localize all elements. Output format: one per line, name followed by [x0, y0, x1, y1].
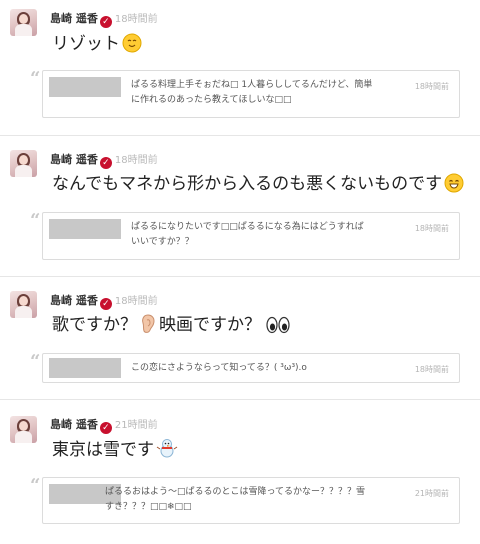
reply-time: 18時間前: [414, 82, 449, 91]
talk-post: 島崎 遥香 ✓ 18時間前 歌ですか？ 映画ですか？ “ この恋にさようならって知って…: [0, 277, 480, 399]
verified-icon: ✓: [99, 157, 112, 169]
author-name[interactable]: 島崎 遥香: [50, 153, 98, 166]
reply-user-image: [49, 358, 121, 378]
avatar[interactable]: [10, 9, 37, 36]
eyes-icon: [266, 316, 290, 340]
reply-text: ぱるるおはよう～□ぱるるのとこは雪降ってるかなー？？？？雪 すき？？？□□❄□□: [105, 485, 405, 515]
quote-icon: “: [30, 68, 41, 89]
post-message: なんでもマネから形から入るのも悪くないものです: [52, 173, 464, 199]
message-text: 東京は雪です: [52, 440, 154, 460]
reply-text-line: すき？？？□□❄□□: [105, 502, 192, 512]
message-text: なんでもマネから形から入るのも悪くないものです: [52, 174, 443, 194]
reply-quote[interactable]: ぱるるおはよう～□ぱるるのとこは雪降ってるかなー？？？？雪 すき？？？□□❄□□…: [42, 477, 460, 524]
post-header: 島崎 遥香 ✓ 18時間前: [50, 292, 158, 310]
post-message: リゾット: [52, 33, 142, 59]
quote-icon: “: [30, 210, 41, 231]
post-header: 島崎 遥香 ✓ 18時間前: [50, 151, 158, 169]
reply-text-line: ぱるるおはよう～□ぱるるのとこは雪降ってるかなー？？？？雪: [105, 487, 366, 497]
author-name[interactable]: 島崎 遥香: [50, 12, 98, 25]
post-message: 東京は雪です: [52, 437, 178, 465]
talk-post: 島崎 遥香 ✓ 18時間前 リゾット “ ぱるる料理上手そぉだね□ 1人暮らししてる…: [0, 0, 480, 135]
reply-time: 18時間前: [414, 365, 449, 374]
verified-icon: ✓: [99, 298, 112, 310]
post-message: 歌ですか？ 映画ですか？: [52, 314, 290, 340]
reply-time: 21時間前: [414, 489, 449, 498]
reply-text: ぱるる料理上手そぉだね□ 1人暮らししてるんだけど、簡単 に作れるのあったら教え…: [131, 78, 401, 108]
author-name[interactable]: 島崎 遥香: [50, 294, 98, 307]
talk-post: 島崎 遥香 ✓ 18時間前 なんでもマネから形から入るのも悪くないものです “ ぱる…: [0, 136, 480, 276]
reply-text-line: いいですか？？: [131, 237, 194, 247]
reply-quote[interactable]: この恋にさようならって知ってる？( ³ω³).o 18時間前: [42, 353, 460, 383]
avatar[interactable]: [10, 291, 37, 318]
talk-post: 島崎 遥香 ✓ 21時間前 東京は雪です “ ぱるるおはよう～□ぱるるのとこは雪降っ…: [0, 400, 480, 544]
post-time: 18時間前: [114, 14, 158, 25]
author-name[interactable]: 島崎 遥香: [50, 418, 98, 431]
post-time: 18時間前: [114, 296, 158, 307]
avatar[interactable]: [10, 416, 37, 443]
reply-text-line: この恋にさようならって知ってる？( ³ω³).o: [131, 363, 307, 373]
message-text: リゾット: [52, 34, 120, 54]
reply-text-line: ぱるるになりたいです□□ぱるるになる為にはどうすれば: [131, 222, 364, 232]
reply-text-line: ぱるる料理上手そぉだね□ 1人暮らししてるんだけど、簡単: [131, 80, 373, 90]
verified-icon: ✓: [99, 422, 112, 434]
reply-time: 18時間前: [414, 224, 449, 233]
reply-text: ぱるるになりたいです□□ぱるるになる為にはどうすれば いいですか？？: [131, 220, 401, 250]
post-time: 21時間前: [114, 420, 158, 431]
post-time: 18時間前: [114, 155, 158, 166]
reply-quote[interactable]: ぱるるになりたいです□□ぱるるになる為にはどうすれば いいですか？？ 18時間前: [42, 212, 460, 260]
snowman-icon: [156, 437, 178, 465]
ear-icon: [140, 314, 156, 340]
grinning-face-emoji-icon: [444, 173, 464, 199]
reply-text-line: に作れるのあったら教えてほしいな□□: [131, 95, 292, 105]
smiling-face-emoji-icon: [122, 33, 142, 59]
verified-icon: ✓: [99, 16, 112, 28]
post-header: 島崎 遥香 ✓ 21時間前: [50, 416, 158, 434]
quote-icon: “: [30, 475, 41, 496]
quote-icon: “: [30, 351, 41, 372]
avatar[interactable]: [10, 150, 37, 177]
message-text: 映画ですか？: [159, 315, 261, 335]
reply-user-image: [49, 219, 121, 239]
post-header: 島崎 遥香 ✓ 18時間前: [50, 10, 158, 28]
reply-quote[interactable]: ぱるる料理上手そぉだね□ 1人暮らししてるんだけど、簡単 に作れるのあったら教え…: [42, 70, 460, 118]
message-text: 歌ですか？: [52, 315, 137, 335]
reply-user-image: [49, 77, 121, 97]
reply-text: この恋にさようならって知ってる？( ³ω³).o: [131, 361, 401, 376]
